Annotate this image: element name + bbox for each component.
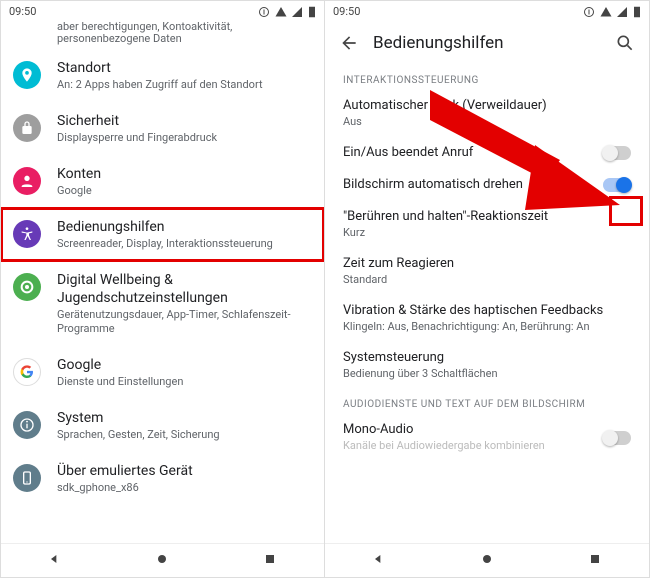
pref-sub: Bedienung über 3 Schaltflächen	[343, 367, 631, 381]
item-title: Standort	[57, 59, 308, 77]
item-title: Digital Wellbeing & Jugendschutzeinstell…	[57, 271, 308, 307]
back-button[interactable]	[333, 33, 365, 53]
pref-mono-audio[interactable]: Mono-Audio Kanäle bei Audiowiedergabe ko…	[325, 414, 649, 461]
pref-title: Ein/Aus beendet Anruf	[343, 145, 595, 161]
item-title: Bedienungshilfen	[57, 218, 308, 236]
info-icon	[13, 411, 41, 439]
pref-title: Bildschirm automatisch drehen	[343, 177, 595, 193]
toggle-power-ends-call[interactable]	[603, 146, 631, 160]
pref-power-ends-call[interactable]: Ein/Aus beendet Anruf	[325, 137, 649, 169]
nav-home[interactable]	[479, 551, 495, 571]
item-subtitle: Google	[57, 184, 308, 198]
toggle-mono-audio[interactable]	[603, 431, 631, 445]
nav-bar	[325, 543, 649, 577]
status-time: 09:50	[9, 5, 36, 18]
item-subtitle: sdk_gphone_x86	[57, 481, 308, 495]
pref-system-nav[interactable]: Systemsteuerung Bedienung über 3 Schaltf…	[325, 342, 649, 389]
pref-sub: Kanäle bei Audiowiedergabe kombinieren	[343, 439, 595, 453]
item-subtitle: Screenreader, Display, Interaktionssteue…	[57, 237, 308, 251]
pref-sub: Standard	[343, 273, 631, 287]
phone-left: 09:50 aber berechtigungen, Kontoaktivitä…	[0, 0, 325, 578]
pref-sub: Aus	[343, 115, 631, 129]
status-time: 09:50	[333, 5, 360, 18]
account-icon	[13, 167, 41, 195]
settings-list[interactable]: aber berechtigungen, Kontoaktivität, per…	[1, 21, 324, 543]
pref-title: Automatischer Klick (Verweildauer)	[343, 98, 631, 114]
settings-item-bedienungshilfen[interactable]: Bedienungshilfen Screenreader, Display, …	[1, 208, 324, 261]
pref-vibration[interactable]: Vibration & Stärke des haptischen Feedba…	[325, 295, 649, 342]
pref-sub: Kurz	[343, 226, 631, 240]
prefs-list[interactable]: INTERAKTIONSSTEUERUNG Automatischer Klic…	[325, 65, 649, 543]
section-audio: AUDIODIENSTE UND TEXT AUF DEM BILDSCHIRM	[325, 389, 649, 414]
phone-right: 09:50 Bedienungshilfen INTERAKTIONSSTEUE…	[325, 0, 650, 578]
item-subtitle: Displaysperre und Fingerabdruck	[57, 131, 308, 145]
pref-title: Zeit zum Reagieren	[343, 256, 631, 272]
search-button[interactable]	[609, 33, 641, 53]
truncated-prev-item: aber berechtigungen, Kontoaktivität, per…	[1, 21, 324, 49]
status-icons	[256, 4, 316, 17]
nav-recents[interactable]	[262, 551, 278, 571]
lock-icon	[13, 114, 41, 142]
settings-item-google[interactable]: Google Dienste und Einstellungen	[1, 346, 324, 399]
item-title: Konten	[57, 165, 308, 183]
item-subtitle: An: 2 Apps haben Zugriff auf den Standor…	[57, 78, 308, 92]
status-bar: 09:50	[325, 1, 649, 21]
nav-home[interactable]	[154, 551, 170, 571]
status-icons	[581, 4, 641, 17]
pref-autoclick[interactable]: Automatischer Klick (Verweildauer) Aus	[325, 90, 649, 137]
settings-item-konten[interactable]: Konten Google	[1, 155, 324, 208]
pref-title: Systemsteuerung	[343, 350, 631, 366]
google-icon	[13, 358, 41, 386]
nav-back[interactable]	[47, 551, 63, 571]
app-bar: Bedienungshilfen	[325, 21, 649, 65]
item-title: Google	[57, 356, 308, 374]
item-title: Über emuliertes Gerät	[57, 462, 308, 480]
nav-back[interactable]	[371, 551, 387, 571]
settings-item-wellbeing[interactable]: Digital Wellbeing & Jugendschutzeinstell…	[1, 261, 324, 346]
pref-title: Vibration & Stärke des haptischen Feedba…	[343, 303, 631, 319]
device-icon	[13, 464, 41, 492]
item-title: System	[57, 409, 308, 427]
item-subtitle: Gerätenutzungsdauer, App-Timer, Schlafen…	[57, 308, 308, 336]
page-title: Bedienungshilfen	[365, 33, 609, 53]
nav-bar	[1, 543, 324, 577]
item-subtitle: Sprachen, Gesten, Zeit, Sicherung	[57, 428, 308, 442]
item-title: Sicherheit	[57, 112, 308, 130]
nav-recents[interactable]	[587, 551, 603, 571]
pref-title: "Berühren und halten"-Reaktionszeit	[343, 209, 631, 225]
pref-title: Mono-Audio	[343, 422, 595, 438]
pref-sub: Klingeln: Aus, Benachrichtigung: An, Ber…	[343, 320, 631, 334]
wellbeing-icon	[13, 273, 41, 301]
toggle-auto-rotate[interactable]	[603, 178, 631, 192]
annotation-highlight-toggle	[609, 196, 643, 226]
section-interaction: INTERAKTIONSSTEUERUNG	[325, 65, 649, 90]
settings-item-sicherheit[interactable]: Sicherheit Displaysperre und Fingerabdru…	[1, 102, 324, 155]
location-icon	[13, 61, 41, 89]
item-subtitle: Dienste und Einstellungen	[57, 375, 308, 389]
settings-item-standort[interactable]: Standort An: 2 Apps haben Zugriff auf de…	[1, 49, 324, 102]
pref-time-to-react[interactable]: Zeit zum Reagieren Standard	[325, 248, 649, 295]
settings-item-system[interactable]: System Sprachen, Gesten, Zeit, Sicherung	[1, 399, 324, 452]
status-bar: 09:50	[1, 1, 324, 21]
accessibility-icon	[13, 220, 41, 248]
settings-item-about[interactable]: Über emuliertes Gerät sdk_gphone_x86	[1, 452, 324, 505]
pref-auto-rotate[interactable]: Bildschirm automatisch drehen	[325, 169, 649, 201]
pref-touch-hold-delay[interactable]: "Berühren und halten"-Reaktionszeit Kurz	[325, 201, 649, 248]
